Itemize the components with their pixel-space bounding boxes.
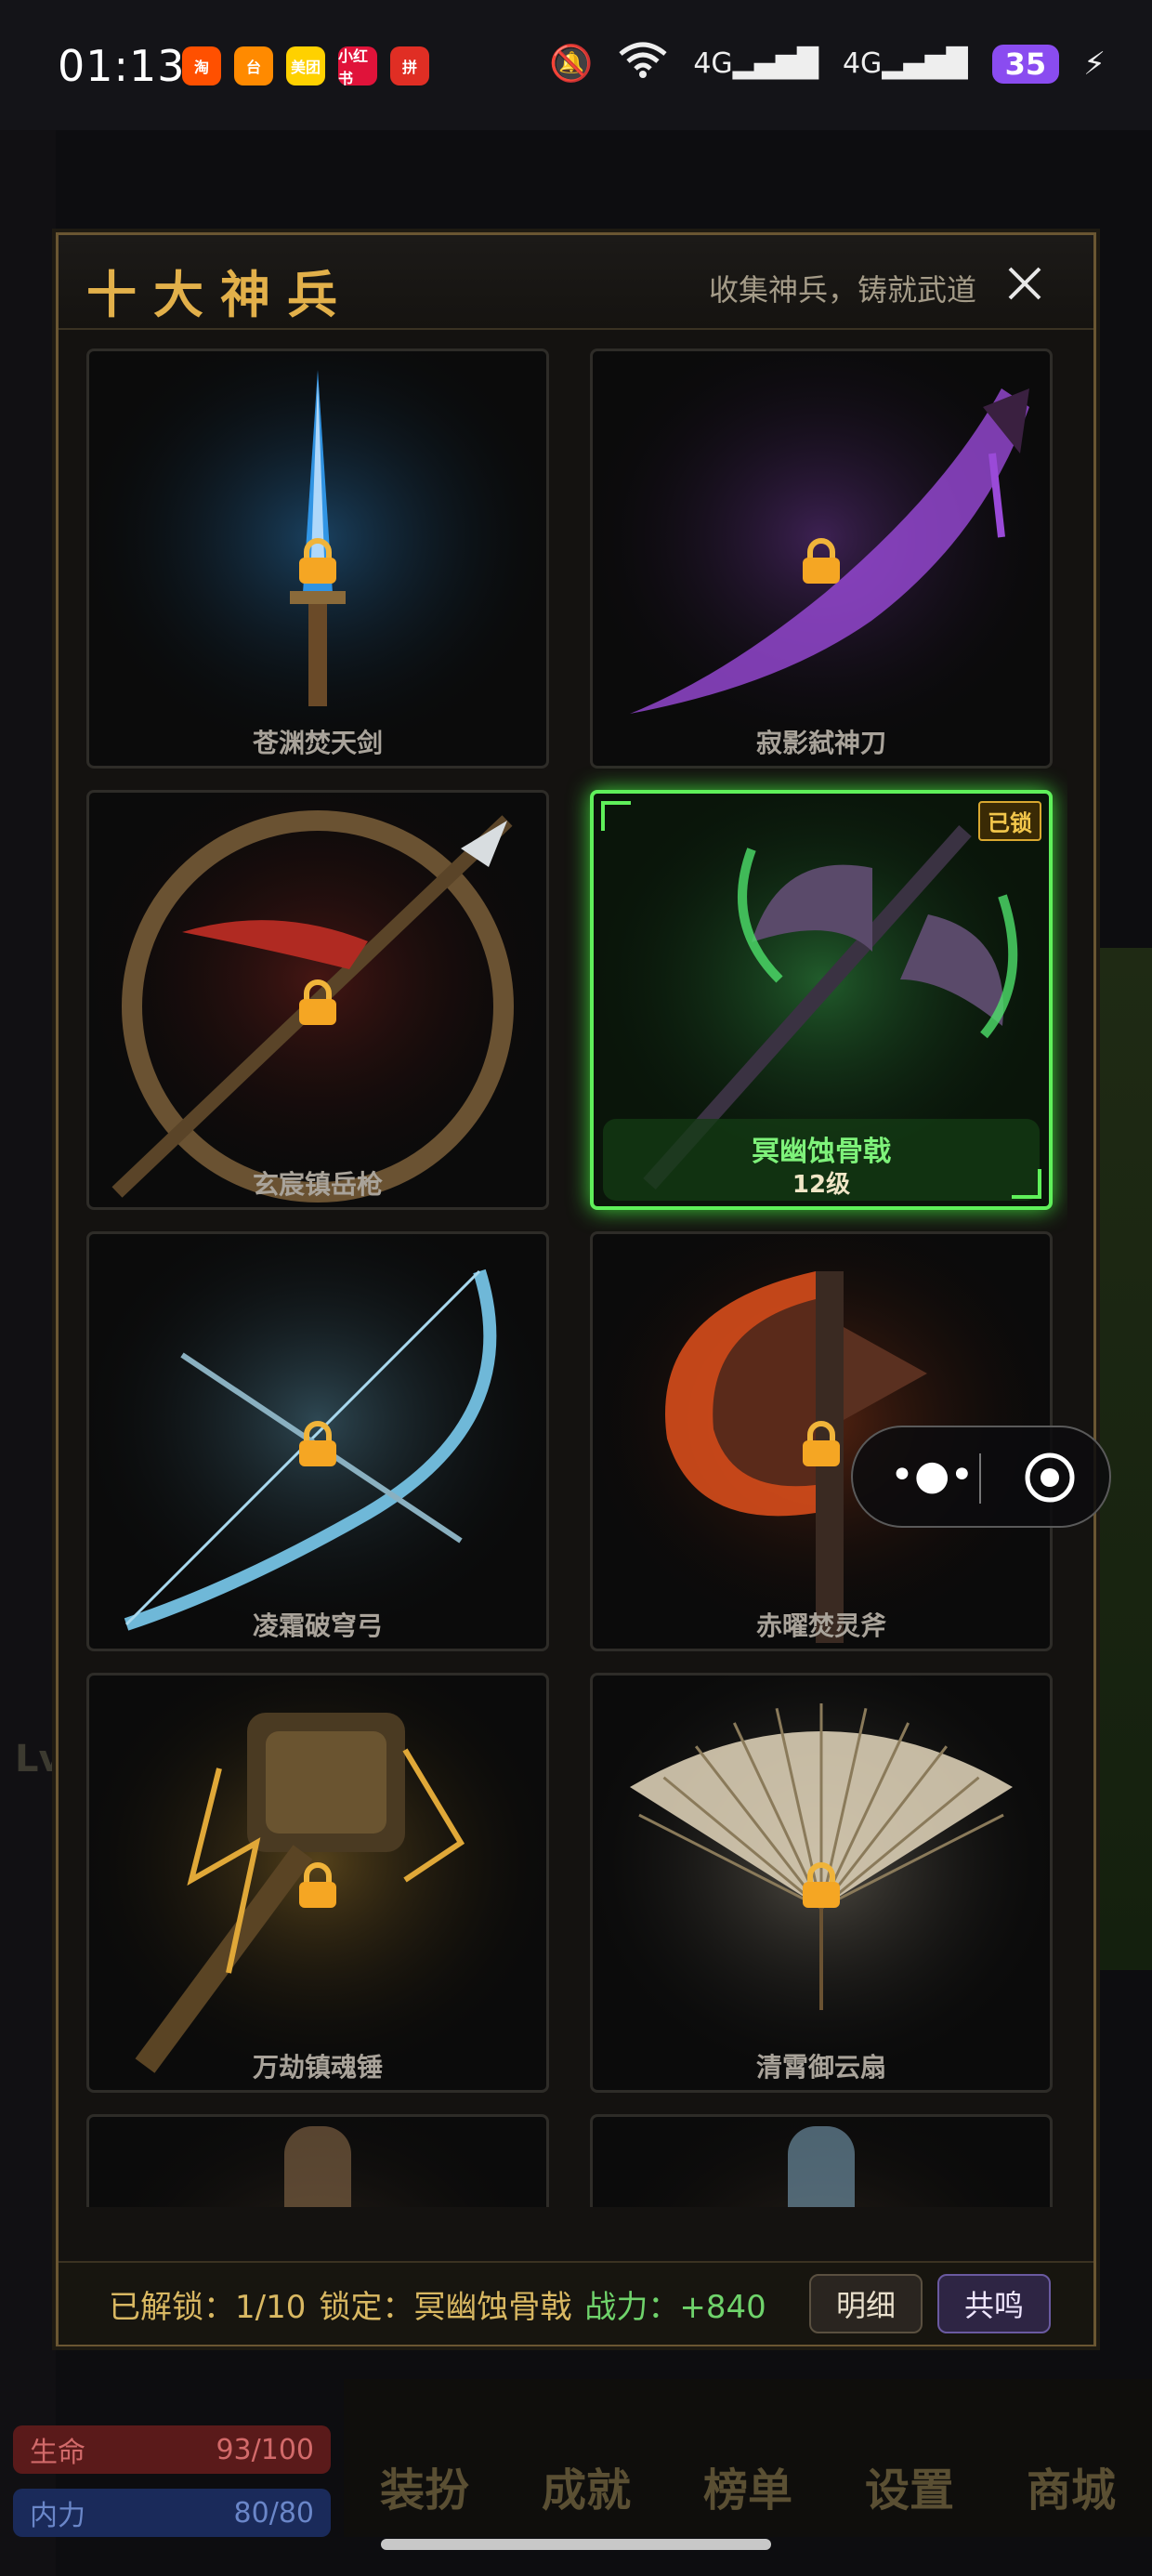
weapon-name: 万劫镇魂锤 <box>252 2052 383 2083</box>
weapon-card[interactable]: 清霄御云扇 <box>590 1673 1053 2093</box>
divine-weapons-modal: 十大神兵 收集神兵，铸就武道 苍渊焚天剑 寂影弑神刀玄宸镇岳枪 冥幽蚀骨戟 12级 已锁… <box>56 232 1096 2346</box>
corner-marker <box>1012 1169 1041 1199</box>
mute-icon: 🔕 <box>548 43 594 84</box>
hp-bar: 生命 93/100 <box>13 2425 331 2474</box>
signal-icon-2: 4G▂▄▆█ <box>842 47 968 80</box>
modal-title: 十大神兵 <box>86 266 354 324</box>
clock: 01:13 <box>58 41 186 91</box>
signal-icon-1: 4G▂▄▆█ <box>693 47 818 80</box>
weapon-card[interactable]: 玄宸镇岳枪 <box>86 790 549 1210</box>
resonate-button[interactable]: 共鸣 <box>937 2274 1051 2333</box>
mp-value: 80/80 <box>233 2496 314 2530</box>
weapon-name: 赤曜焚灵斧 <box>755 1610 886 1641</box>
lock-icon <box>295 537 340 585</box>
nav-shop[interactable]: 商城 <box>990 2412 1152 2569</box>
meituan-icon: 美团 <box>286 46 325 85</box>
status-bar: 01:13 淘台美团 小红书拼 🔕 4G▂▄▆█ 4G▂▄▆█ 35 ⚡ <box>0 0 1152 130</box>
weapon-card[interactable]: 冥幽蚀骨戟 12级 已锁 <box>590 790 1053 1210</box>
app-orange-icon: 台 <box>234 46 273 85</box>
pinduoduo-icon: 拼 <box>390 46 429 85</box>
xiaohongshu-icon: 小红书 <box>338 46 377 87</box>
capsule-divider <box>979 1453 981 1504</box>
weapon-card[interactable] <box>86 2114 549 2207</box>
more-menu-button[interactable]: •●• <box>890 1448 974 1504</box>
lock-icon <box>799 1420 844 1468</box>
taobao-icon: 淘 <box>182 46 221 85</box>
modal-header: 十大神兵 收集神兵，铸就武道 <box>59 235 1093 330</box>
weapon-name: 清霄御云扇 <box>755 2052 886 2083</box>
modal-subtitle: 收集神兵，铸就武道 <box>709 272 977 308</box>
close-miniprogram-icon[interactable] <box>1022 1450 1078 1505</box>
nav-settings[interactable]: 设置 <box>829 2412 990 2569</box>
hp-label: 生命 <box>30 2437 85 2469</box>
mp-bar: 内力 80/80 <box>13 2489 331 2537</box>
weapon-grid: 苍渊焚天剑 寂影弑神刀玄宸镇岳枪 冥幽蚀骨戟 12级 已锁凌霜破穹弓 赤曜焚灵斧万劫镇魂锤… <box>86 348 1067 2207</box>
weapon-card[interactable]: 万劫镇魂锤 <box>86 1673 549 2093</box>
lock-icon <box>295 1420 340 1468</box>
miniprogram-capsule: •●• <box>851 1426 1111 1528</box>
unlocked-count: 已解锁：1/10 <box>109 2289 307 2326</box>
weapon-card[interactable] <box>590 2114 1053 2207</box>
corner-marker <box>601 801 631 831</box>
weapon-card[interactable]: 寂影弑神刀 <box>590 348 1053 769</box>
modal-footer: 已解锁：1/10 锁定：冥幽蚀骨戟 战力：+840 明细 共鸣 <box>59 2261 1093 2345</box>
weapon-name: 冥幽蚀骨戟 <box>752 1136 891 1168</box>
hp-value: 93/100 <box>216 2433 314 2466</box>
wifi-icon <box>617 41 669 86</box>
close-icon <box>1008 267 1041 300</box>
locked-badge: 已锁 <box>978 801 1041 841</box>
power-bonus: 战力：+840 <box>584 2289 766 2326</box>
lock-icon <box>295 979 340 1027</box>
weapon-name: 凌霜破穹弓 <box>252 1610 383 1641</box>
weapon-card[interactable]: 苍渊焚天剑 <box>86 348 549 769</box>
weapon-name: 寂影弑神刀 <box>755 728 886 758</box>
lock-icon <box>295 1861 340 1910</box>
weapon-card[interactable]: 凌霜破穹弓 <box>86 1231 549 1651</box>
system-icons: 🔕 4G▂▄▆█ 4G▂▄▆█ 35 ⚡ <box>549 41 1106 86</box>
close-button[interactable] <box>997 256 1053 311</box>
lock-icon <box>799 537 844 585</box>
weapon-name: 苍渊焚天剑 <box>252 728 383 758</box>
mp-label: 内力 <box>30 2500 85 2532</box>
home-indicator[interactable] <box>381 2539 771 2550</box>
battery-indicator: 35 <box>991 44 1060 84</box>
footer-stats: 已解锁：1/10 锁定：冥幽蚀骨戟 战力：+840 <box>109 2281 766 2327</box>
weapon-name: 玄宸镇岳枪 <box>252 1169 383 1200</box>
locked-weapon: 锁定：冥幽蚀骨戟 <box>319 2289 572 2326</box>
lock-icon <box>799 1861 844 1910</box>
weapon-level: 12级 <box>792 1171 851 1199</box>
detail-button[interactable]: 明细 <box>809 2274 923 2333</box>
charging-icon: ⚡ <box>1083 45 1106 83</box>
